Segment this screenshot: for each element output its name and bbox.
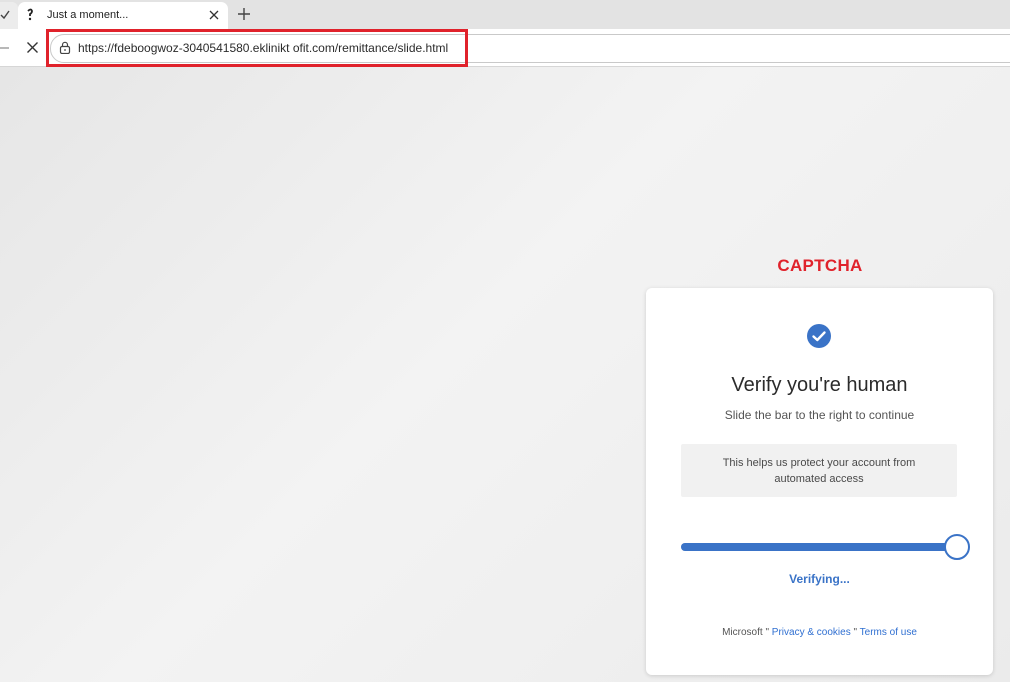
slider-track[interactable] [681, 534, 970, 560]
url-highlight-box [46, 29, 468, 67]
card-title: Verify you're human [731, 374, 908, 396]
loading-favicon-icon [27, 8, 33, 21]
info-box: This helps us protect your account from … [681, 444, 957, 497]
active-tab[interactable]: Just a moment... [18, 2, 228, 29]
stop-icon[interactable] [26, 41, 39, 54]
terms-link[interactable]: Terms of use [860, 627, 917, 638]
previous-tab[interactable] [0, 2, 18, 29]
slider-fill [681, 543, 957, 551]
slider-thumb[interactable] [944, 534, 970, 560]
status-text: Verifying... [789, 572, 850, 586]
plus-icon[interactable] [236, 6, 252, 22]
tab-title: Just a moment... [47, 9, 129, 21]
back-arrow-icon[interactable] [0, 42, 10, 54]
card-subtitle: Slide the bar to the right to continue [724, 408, 915, 422]
captcha-annotation-label: CAPTCHA [777, 256, 863, 275]
footer-separator: " [765, 627, 769, 638]
tab-strip: Just a moment... [0, 0, 1010, 29]
info-text: This helps us protect your account from … [722, 456, 916, 485]
checkmark-circle-icon [807, 324, 831, 348]
privacy-link[interactable]: Privacy & cookies [772, 627, 851, 638]
footer-brand: Microsoft [722, 627, 763, 638]
captcha-card: Verify you're human Slide the bar to the… [646, 288, 993, 675]
footer: Microsoft " Privacy & cookies " Terms of… [646, 627, 993, 638]
close-icon[interactable] [208, 9, 220, 21]
footer-separator: " [853, 627, 858, 638]
checkmark-icon [0, 10, 10, 20]
